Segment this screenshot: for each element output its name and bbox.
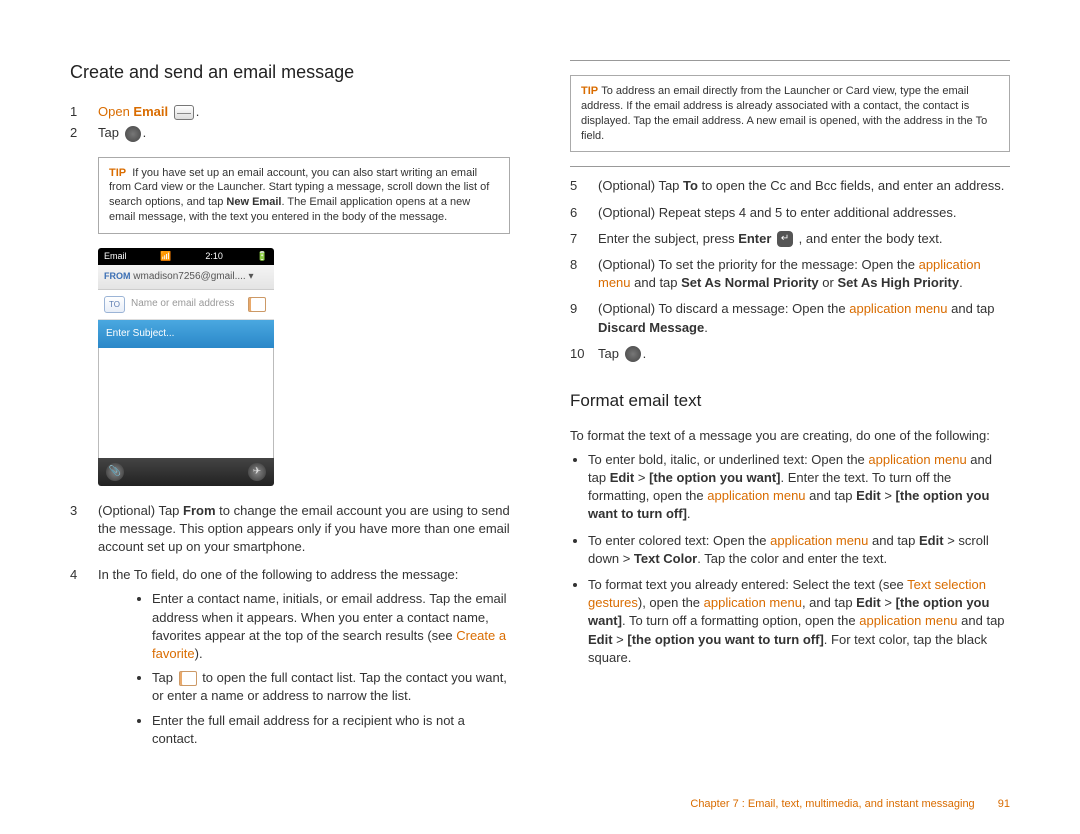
enter-key-icon: ↵ [777, 231, 793, 247]
step-9: (Optional) To discard a message: Open th… [598, 300, 1010, 336]
list-item: Enter the full email address for a recip… [152, 712, 510, 748]
step-6: (Optional) Repeat steps 4 and 5 to enter… [598, 204, 1010, 222]
step-5: (Optional) Tap To to open the Cc and Bcc… [598, 177, 1010, 195]
phone-from-bar: FROM wmadison7256@gmail.... ▾ [98, 265, 274, 290]
chapter-label: Chapter 7 : Email, text, multimedia, and… [690, 798, 974, 810]
right-column: TIP To address an email directly from th… [570, 60, 1010, 780]
tip-box-2: TIP To address an email directly from th… [570, 75, 1010, 152]
application-menu-link[interactable]: application menu [868, 452, 966, 467]
contact-picker-icon [248, 297, 266, 312]
application-menu-link[interactable]: application menu [770, 533, 868, 548]
divider [570, 166, 1010, 167]
step-number: 1 [70, 103, 98, 121]
step-8: (Optional) To set the priority for the m… [598, 256, 1010, 292]
format-intro: To format the text of a message you are … [570, 427, 1010, 445]
step-number: 4 [70, 566, 98, 754]
send-icon: ✈ [248, 463, 266, 481]
list-item: Enter a contact name, initials, or email… [152, 590, 510, 663]
application-menu-link[interactable]: application menu [859, 613, 957, 628]
left-column: Create and send an email message 1 Open … [70, 60, 510, 780]
email-icon [174, 105, 194, 120]
step-number: 3 [70, 502, 98, 557]
phone-to-bar: TO Name or email address [98, 290, 274, 320]
application-menu-link[interactable]: application menu [707, 488, 805, 503]
list-item: Tap to open the full contact list. Tap t… [152, 669, 510, 705]
application-menu-link[interactable]: application menu [849, 301, 947, 316]
compose-icon [125, 126, 141, 142]
contact-picker-icon [179, 671, 197, 686]
phone-screenshot: Email 📶 2:10 🔋 FROM wmadison7256@gmail..… [98, 248, 274, 486]
phone-status-bar: Email 📶 2:10 🔋 [98, 248, 274, 265]
step-10: Tap . [598, 345, 1010, 363]
list-item: To enter colored text: Open the applicat… [588, 532, 1010, 568]
heading-format: Format email text [570, 389, 1010, 413]
list-item: To enter bold, italic, or underlined tex… [588, 451, 1010, 524]
phone-bottom-bar: 📎 ✈ [98, 458, 274, 486]
heading-create: Create and send an email message [70, 60, 510, 85]
send-circle-icon [625, 346, 641, 362]
application-menu-link[interactable]: application menu [704, 595, 802, 610]
step-4: In the To field, do one of the following… [98, 566, 510, 754]
page-footer: Chapter 7 : Email, text, multimedia, and… [690, 798, 1010, 810]
phone-body-area [98, 348, 274, 458]
step-3: (Optional) Tap From to change the email … [98, 502, 510, 557]
step-2: Tap . [98, 124, 510, 142]
step-number: 2 [70, 124, 98, 142]
page-number: 91 [998, 798, 1010, 810]
step-1: Open Email . [98, 103, 510, 121]
phone-subject-bar: Enter Subject... [98, 320, 274, 348]
attach-icon: 📎 [106, 463, 124, 481]
tip-box-1: TIP If you have set up an email account,… [98, 157, 510, 234]
divider [570, 60, 1010, 61]
step-7: Enter the subject, press Enter ↵ , and e… [598, 230, 1010, 248]
list-item: To format text you already entered: Sele… [588, 576, 1010, 667]
